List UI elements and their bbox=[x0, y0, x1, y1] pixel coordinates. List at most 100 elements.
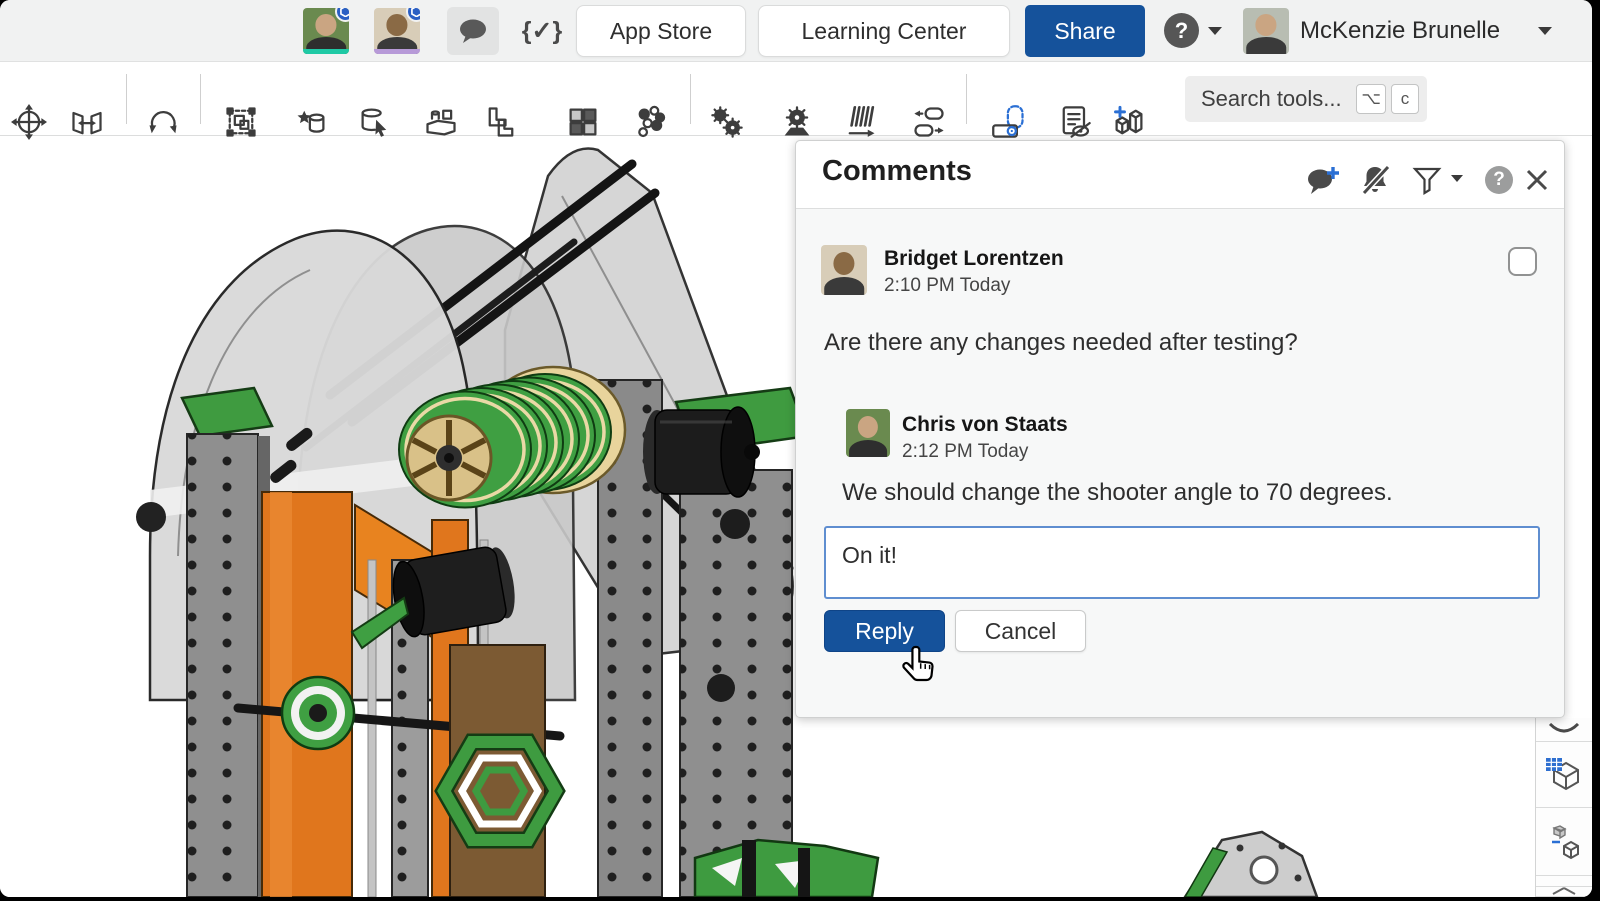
tool-mate-button[interactable] bbox=[704, 99, 750, 145]
comments-panel: Comments bbox=[795, 140, 1565, 718]
top-bar: {✓} App Store Learning Center Share ? Mc… bbox=[0, 0, 1592, 62]
tasks-button[interactable]: {✓} bbox=[516, 7, 568, 55]
filter-comments-button[interactable] bbox=[1410, 163, 1444, 197]
app-store-button[interactable]: App Store bbox=[576, 5, 746, 57]
tool-named-positions-button[interactable] bbox=[1106, 99, 1152, 145]
help-caret-icon[interactable] bbox=[1208, 27, 1222, 35]
comments-help-button[interactable]: ? bbox=[1482, 163, 1516, 197]
tool-gear-relation-button[interactable] bbox=[774, 99, 820, 145]
share-button[interactable]: Share bbox=[1025, 5, 1145, 57]
tool-rack-and-pinion-button[interactable] bbox=[838, 99, 884, 145]
comment-author-avatar bbox=[821, 245, 867, 295]
comment-timestamp: 2:10 PM Today bbox=[884, 275, 1010, 297]
tool-replicate-button[interactable] bbox=[906, 99, 952, 145]
move-icon bbox=[11, 104, 47, 140]
avatar-photo bbox=[858, 416, 878, 438]
comment-text: We should change the shooter angle to 70… bbox=[842, 479, 1542, 507]
assembly-toolbar: Search tools... ⌥ c bbox=[0, 62, 1592, 136]
isolate-part-button[interactable] bbox=[1536, 809, 1592, 876]
comments-panel-title: Comments bbox=[822, 155, 972, 188]
tool-insert-button[interactable] bbox=[288, 99, 334, 145]
right-sidebar bbox=[1535, 718, 1592, 897]
add-comment-icon bbox=[1306, 164, 1340, 196]
app-store-label: App Store bbox=[610, 18, 712, 45]
rotate-icon bbox=[145, 104, 181, 140]
tool-group-button[interactable] bbox=[418, 99, 464, 145]
cancel-button[interactable]: Cancel bbox=[955, 610, 1086, 652]
comments-toggle-button[interactable] bbox=[447, 7, 499, 55]
avatar-photo bbox=[824, 277, 864, 295]
close-icon bbox=[1524, 167, 1550, 193]
two-gears-icon bbox=[709, 104, 745, 140]
help-icon: ? bbox=[1485, 166, 1513, 194]
pattern-icon bbox=[565, 104, 601, 140]
avatar-photo bbox=[386, 14, 407, 35]
mate-connector-icon bbox=[69, 104, 105, 140]
tool-edit-in-context-button[interactable] bbox=[352, 99, 398, 145]
comment-author-name: Chris von Staats bbox=[902, 413, 1068, 437]
add-comment-button[interactable] bbox=[1306, 163, 1340, 197]
bell-muted-icon bbox=[1358, 163, 1392, 197]
avatar-photo bbox=[833, 252, 854, 275]
comment-author-name: Bridget Lorentzen bbox=[884, 247, 1064, 271]
avatar-photo bbox=[315, 14, 336, 35]
user-menu[interactable]: McKenzie Brunelle bbox=[1300, 0, 1500, 62]
tool-rotate-button[interactable] bbox=[140, 99, 186, 145]
gear-stand-icon bbox=[779, 104, 815, 140]
toolbar-separator bbox=[200, 74, 201, 124]
tool-mate-connector-button[interactable] bbox=[64, 99, 110, 145]
toolbar-separator bbox=[966, 74, 967, 124]
isolate-part-icon bbox=[1544, 822, 1584, 862]
learning-center-button[interactable]: Learning Center bbox=[758, 5, 1010, 57]
collaborator-avatar-1[interactable] bbox=[303, 8, 349, 54]
close-comments-button[interactable] bbox=[1520, 163, 1554, 197]
resolve-comment-checkbox[interactable] bbox=[1508, 247, 1537, 276]
shortcut-key-option: ⌥ bbox=[1356, 84, 1386, 114]
tool-linear-pattern-button[interactable] bbox=[560, 99, 606, 145]
insert-icon bbox=[293, 104, 329, 140]
parts-cluster-icon bbox=[633, 104, 669, 140]
mouse-cursor bbox=[900, 644, 940, 688]
cube-partial-icon bbox=[1551, 887, 1577, 897]
toolbar-separator bbox=[126, 74, 127, 124]
tool-belt-button[interactable] bbox=[986, 99, 1032, 145]
next-panel-button[interactable] bbox=[1536, 886, 1592, 897]
named-positions-icon bbox=[1111, 104, 1147, 140]
onshape-badge-icon bbox=[406, 8, 420, 22]
search-tools-input[interactable]: Search tools... ⌥ c bbox=[1185, 76, 1427, 122]
panel-handle-icon bbox=[1547, 723, 1581, 737]
avatar-photo bbox=[1255, 14, 1276, 35]
comments-panel-header: Comments bbox=[796, 141, 1564, 209]
avatar-photo bbox=[1246, 37, 1286, 54]
collaborator-avatar-2[interactable] bbox=[374, 8, 420, 54]
tool-exploded-view-button[interactable] bbox=[628, 99, 674, 145]
comment-author-avatar bbox=[846, 409, 890, 457]
filter-caret-icon[interactable] bbox=[1451, 175, 1463, 182]
cylinder-cursor-icon bbox=[357, 104, 393, 140]
user-avatar[interactable] bbox=[1243, 8, 1289, 54]
panel-handle-button[interactable] bbox=[1536, 718, 1592, 742]
belt-icon bbox=[991, 104, 1027, 140]
reply-input[interactable]: On it! bbox=[824, 526, 1540, 599]
share-label: Share bbox=[1054, 18, 1115, 45]
tool-bom-button[interactable] bbox=[1052, 99, 1098, 145]
tool-move-button[interactable] bbox=[6, 99, 52, 145]
group-parts-icon bbox=[423, 104, 459, 140]
comment-timestamp: 2:12 PM Today bbox=[902, 441, 1028, 463]
toolbar-separator bbox=[690, 74, 691, 124]
video-frame: {✓} App Store Learning Center Share ? Mc… bbox=[0, 0, 1600, 901]
tool-fasten-button[interactable] bbox=[478, 99, 524, 145]
search-tools-placeholder: Search tools... bbox=[1201, 86, 1351, 112]
presence-bar bbox=[303, 49, 349, 54]
chat-bubble-icon bbox=[457, 17, 489, 45]
user-menu-caret-icon[interactable] bbox=[1538, 27, 1552, 35]
presence-bar bbox=[374, 49, 420, 54]
mute-notifications-button[interactable] bbox=[1358, 163, 1392, 197]
user-name: McKenzie Brunelle bbox=[1300, 17, 1500, 45]
view-cube-button[interactable] bbox=[1536, 743, 1592, 808]
learning-center-label: Learning Center bbox=[802, 18, 967, 45]
help-menu-button[interactable]: ? bbox=[1164, 13, 1199, 48]
view-cube-icon bbox=[1544, 755, 1584, 795]
tool-transform-button[interactable] bbox=[218, 99, 264, 145]
onshape-badge-icon bbox=[335, 8, 349, 22]
